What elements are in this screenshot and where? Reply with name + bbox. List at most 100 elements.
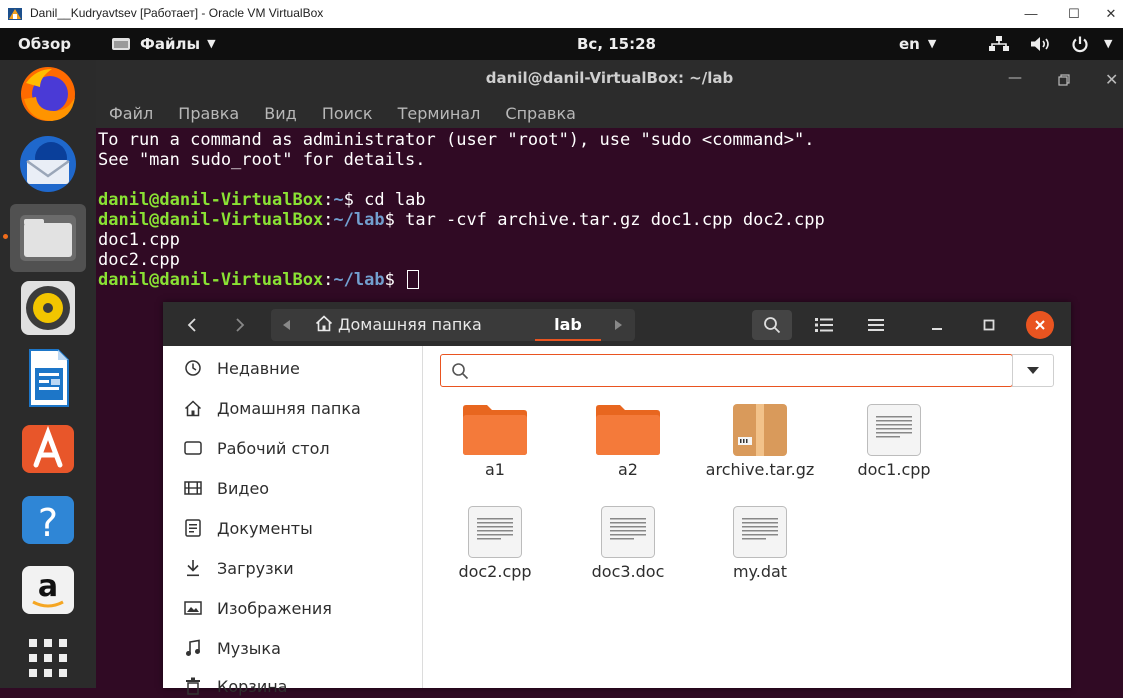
file-item-text[interactable]: my.dat: [700, 504, 820, 581]
host-minimize-button[interactable]: —: [1014, 2, 1048, 26]
terminal-line: doc1.cpp: [98, 230, 180, 250]
file-item-archive[interactable]: archive.tar.gz: [700, 402, 820, 479]
terminal-close-button[interactable]: ✕: [1105, 70, 1118, 89]
video-icon: [184, 481, 202, 495]
file-item-folder[interactable]: a1: [435, 402, 555, 479]
text-file-icon: [733, 506, 787, 558]
prompt-path: ~/lab: [333, 210, 385, 230]
dock-software[interactable]: [10, 417, 86, 481]
text-file-icon: [867, 404, 921, 456]
search-toggle-button[interactable]: [752, 310, 792, 340]
file-item-text[interactable]: doc2.cpp: [435, 504, 555, 581]
sidebar-item-label: Домашняя папка: [217, 398, 361, 418]
file-item-text[interactable]: doc1.cpp: [834, 402, 954, 479]
forward-button[interactable]: [225, 310, 255, 340]
file-item-label: doc2.cpp: [458, 562, 532, 581]
dock-rhythmbox[interactable]: [10, 276, 86, 340]
chevron-down-icon: ▼: [927, 37, 937, 50]
language-menu[interactable]: en ▼: [899, 28, 936, 60]
prompt-path: ~/lab: [333, 270, 385, 290]
files-app-icon: [112, 38, 130, 50]
scroll-left-icon[interactable]: [283, 320, 291, 330]
firefox-icon: [21, 67, 75, 121]
files-close-button[interactable]: [1026, 311, 1054, 339]
sidebar-item-trash[interactable]: Корзина: [183, 674, 287, 698]
scroll-right-icon[interactable]: [615, 320, 623, 330]
menu-file[interactable]: Файл: [109, 104, 153, 123]
files-minimize-button[interactable]: [923, 310, 951, 340]
menu-terminal[interactable]: Терминал: [398, 104, 481, 123]
dock-help[interactable]: ?: [10, 488, 86, 552]
terminal-restore-icon[interactable]: [1058, 74, 1070, 86]
back-button[interactable]: [177, 310, 207, 340]
sidebar-item-label: Недавние: [217, 358, 300, 378]
search-filter-dropdown[interactable]: [1012, 354, 1054, 387]
search-icon: [764, 317, 781, 334]
path-bar: Домашняя папка lab: [271, 309, 635, 341]
chevron-down-icon: ▼: [207, 37, 216, 50]
host-maximize-button[interactable]: ☐: [1057, 2, 1091, 26]
sidebar-item-desktop[interactable]: Рабочий стол: [183, 436, 330, 460]
thunderbird-icon: [20, 136, 76, 192]
host-title-bar: Danil__Kudryavtsev [Работает] - Oracle V…: [0, 0, 1123, 28]
host-close-button[interactable]: ✕: [1094, 2, 1123, 26]
menu-view[interactable]: Вид: [264, 104, 296, 123]
network-icon[interactable]: [988, 36, 1010, 52]
menu-edit[interactable]: Правка: [178, 104, 239, 123]
running-indicator: [3, 234, 8, 239]
dock-writer[interactable]: [10, 346, 86, 410]
power-icon[interactable]: [1071, 35, 1089, 53]
dock-files[interactable]: [10, 204, 86, 272]
activities-button[interactable]: Обзор: [18, 28, 71, 60]
dock-firefox[interactable]: [10, 62, 86, 126]
files-maximize-button[interactable]: [975, 310, 1003, 340]
file-item-label: my.dat: [732, 562, 788, 581]
image-icon: [184, 601, 202, 615]
search-input[interactable]: [440, 354, 1013, 387]
file-item-label: a2: [618, 460, 638, 479]
minimize-icon: [932, 328, 942, 330]
menu-search[interactable]: Поиск: [322, 104, 373, 123]
menu-help[interactable]: Справка: [505, 104, 576, 123]
file-item-text[interactable]: doc3.doc: [568, 504, 688, 581]
sidebar-item-music[interactable]: Музыка: [183, 636, 281, 660]
dock-amazon[interactable]: a: [10, 558, 86, 622]
folder-icon: [463, 405, 527, 455]
sidebar-item-downloads[interactable]: Загрузки: [183, 556, 294, 580]
sidebar-item-documents[interactable]: Документы: [183, 516, 313, 540]
dock-thunderbird[interactable]: [10, 132, 86, 196]
app-menu-button[interactable]: Файлы ▼: [111, 28, 216, 60]
sidebar-item-label: Изображения: [217, 598, 332, 618]
view-toggle-button[interactable]: [808, 310, 840, 340]
sidebar-item-home[interactable]: Домашняя папка: [183, 396, 361, 420]
files-window: Домашняя папка lab Недавние Домашняя пап…: [163, 302, 1071, 696]
home-icon: [315, 315, 333, 332]
breadcrumb-home[interactable]: Домашняя папка: [315, 309, 482, 341]
terminal-cursor: [407, 270, 420, 289]
sidebar-item-videos[interactable]: Видео: [183, 476, 269, 500]
home-icon: [184, 399, 202, 416]
terminal-title: danil@danil-VirtualBox: ~/lab: [485, 69, 734, 87]
amazon-icon: a: [22, 566, 74, 614]
terminal-prompt-line: danil@danil-VirtualBox:~$ cd lab: [98, 190, 426, 210]
sidebar-item-label: Видео: [217, 478, 270, 498]
list-view-icon: [815, 318, 833, 332]
breadcrumb-current[interactable]: lab: [535, 309, 601, 341]
language-label: en: [899, 35, 920, 53]
sidebar-item-pictures[interactable]: Изображения: [183, 596, 332, 620]
dock-show-apps[interactable]: [10, 626, 86, 690]
terminal-minimize-button[interactable]: —: [1008, 70, 1022, 86]
clock[interactable]: Вс, 15:28: [577, 28, 656, 60]
svg-text:?: ?: [38, 501, 58, 545]
sidebar-item-label: Документы: [217, 518, 313, 538]
files-content: a1 a2 archive.tar.gz doc1.cpp doc2.cpp d…: [423, 346, 1071, 688]
sidebar-item-label: Загрузки: [217, 558, 294, 578]
hamburger-menu-button[interactable]: [860, 310, 892, 340]
chevron-down-icon[interactable]: ▼: [1104, 28, 1112, 60]
volume-icon[interactable]: [1030, 37, 1052, 51]
app-grid-icon: [29, 639, 67, 677]
file-item-folder[interactable]: a2: [568, 402, 688, 479]
sidebar-item-recent[interactable]: Недавние: [183, 356, 300, 380]
terminal-menubar: Файл Правка Вид Поиск Терминал Справка: [109, 104, 596, 123]
files-header-bar: Домашняя папка lab: [163, 302, 1071, 346]
